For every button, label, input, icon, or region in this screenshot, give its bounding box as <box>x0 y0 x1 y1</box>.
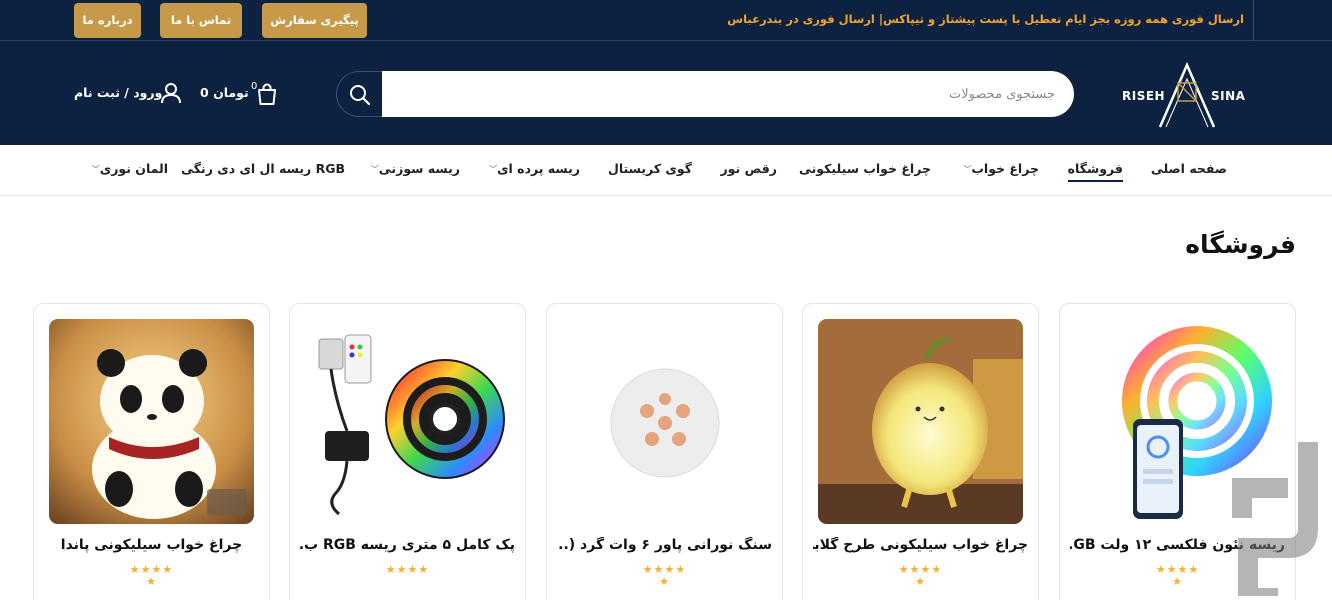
chevron-down-icon: ﹀ <box>370 165 379 174</box>
nav-item-curtain-lights[interactable]: ﹀ریسه پرده ای <box>484 161 580 176</box>
product-title[interactable]: سنگ نورانی پاور ۶ وات گرد (... <box>557 537 772 553</box>
nav-item-label: صفحه اصلی <box>1150 161 1227 176</box>
product-image[interactable] <box>818 319 1023 524</box>
rating-stars: ★★★★ ★ <box>34 564 269 588</box>
product-title[interactable]: پک کامل ۵ متری ریسه RGB ب... <box>300 537 515 553</box>
nav-item-label: ریسه سوزنی <box>378 161 460 176</box>
product-image[interactable] <box>49 319 254 524</box>
cart-count: 0 <box>251 81 258 92</box>
search-input[interactable] <box>381 71 1071 117</box>
main-nav: صفحه اصلی فروشگاه ﹀چراغ خواب چراغ خواب س… <box>0 145 1332 196</box>
star-icon: ★ <box>146 575 157 588</box>
nav-item-label: چراغ خواب <box>971 161 1039 176</box>
track-order-button[interactable]: پیگیری سفارش <box>262 3 367 38</box>
rating-stars: ★★★★ ★ <box>547 564 782 588</box>
about-us-button[interactable]: درباره ما <box>74 3 141 38</box>
product-title[interactable]: چراغ خواب سیلیکونی پاندا <box>44 537 259 553</box>
nav-item-shop[interactable]: فروشگاه <box>1067 161 1123 182</box>
star-icon: ★ <box>915 575 926 588</box>
nav-item-crystal-ball[interactable]: گوی کریستال <box>608 161 692 176</box>
star-icon: ★★★★ <box>385 563 430 576</box>
login-register-link[interactable]: ورود / ثبت نام <box>74 85 162 100</box>
shipping-announcement: ارسال فوری همه روزه بجز ایام تعطیل با پس… <box>727 12 1244 26</box>
product-card[interactable]: چراغ خواب سیلیکونی پاندا ★★★★ ★ <box>33 303 270 600</box>
nav-item-light-dance[interactable]: رقص نور <box>720 161 777 176</box>
rating-stars: ★★★★ ★ <box>803 564 1038 588</box>
nav-item-label: ریسه ال ای دی رنگی RGB <box>181 161 345 176</box>
nav-item-night-lamp[interactable]: ﹀چراغ خواب <box>958 161 1039 176</box>
search-icon <box>350 85 371 106</box>
nav-item-label: المان نوری <box>99 161 168 176</box>
top-bar: ارسال فوری همه روزه بجز ایام تعطیل با پس… <box>0 0 1332 41</box>
user-icon[interactable] <box>160 82 182 104</box>
watermark-logo <box>1232 442 1318 596</box>
nav-item-light-elements[interactable]: ﹀المان نوری <box>87 161 168 176</box>
nav-item-label: ریسه پرده ای <box>497 161 580 176</box>
site-header: RISEH SINA 0 0 تومان ورود / ثبت نام <box>0 41 1332 145</box>
cart-amount[interactable]: 0 تومان <box>200 85 249 100</box>
cart-icon[interactable] <box>255 82 279 106</box>
product-image[interactable] <box>305 319 510 524</box>
product-image[interactable] <box>562 319 767 524</box>
product-title[interactable]: چراغ خواب سیلیکونی طرح گلابی <box>813 537 1028 553</box>
star-icon: ★ <box>659 575 670 588</box>
product-card[interactable]: سنگ نورانی پاور ۶ وات گرد (... ★★★★ ★ <box>546 303 783 600</box>
chevron-down-icon: ﹀ <box>489 165 498 174</box>
search-button[interactable] <box>336 71 382 117</box>
nav-item-label: رقص نور <box>720 161 777 176</box>
rating-stars: ★★★★ <box>290 564 525 576</box>
chevron-down-icon: ﹀ <box>91 165 100 174</box>
nav-item-label: چراغ خواب سیلیکونی <box>798 161 931 176</box>
product-card[interactable]: پک کامل ۵ متری ریسه RGB ب... ★★★★ <box>289 303 526 600</box>
logo-text-right: SINA <box>1211 89 1246 103</box>
nav-item-silicone-lamp[interactable]: چراغ خواب سیلیکونی <box>799 161 931 176</box>
nav-item-home[interactable]: صفحه اصلی <box>1151 161 1227 176</box>
nav-item-rgb-strip[interactable]: ریسه ال ای دی رنگی RGB <box>181 161 345 176</box>
logo-text-left: RISEH <box>1122 89 1166 103</box>
nav-item-label: فروشگاه <box>1067 161 1123 176</box>
top-divider <box>1253 0 1254 41</box>
nav-item-label: گوی کریستال <box>607 161 692 176</box>
product-card[interactable]: چراغ خواب سیلیکونی طرح گلابی ★★★★ ★ <box>802 303 1039 600</box>
contact-us-button[interactable]: تماس با ما <box>160 3 242 38</box>
chevron-down-icon: ﹀ <box>963 165 972 174</box>
page-title: فروشگاه <box>1185 230 1296 259</box>
nav-item-needle-lights[interactable]: ﹀ریسه سوزنی <box>366 161 460 176</box>
